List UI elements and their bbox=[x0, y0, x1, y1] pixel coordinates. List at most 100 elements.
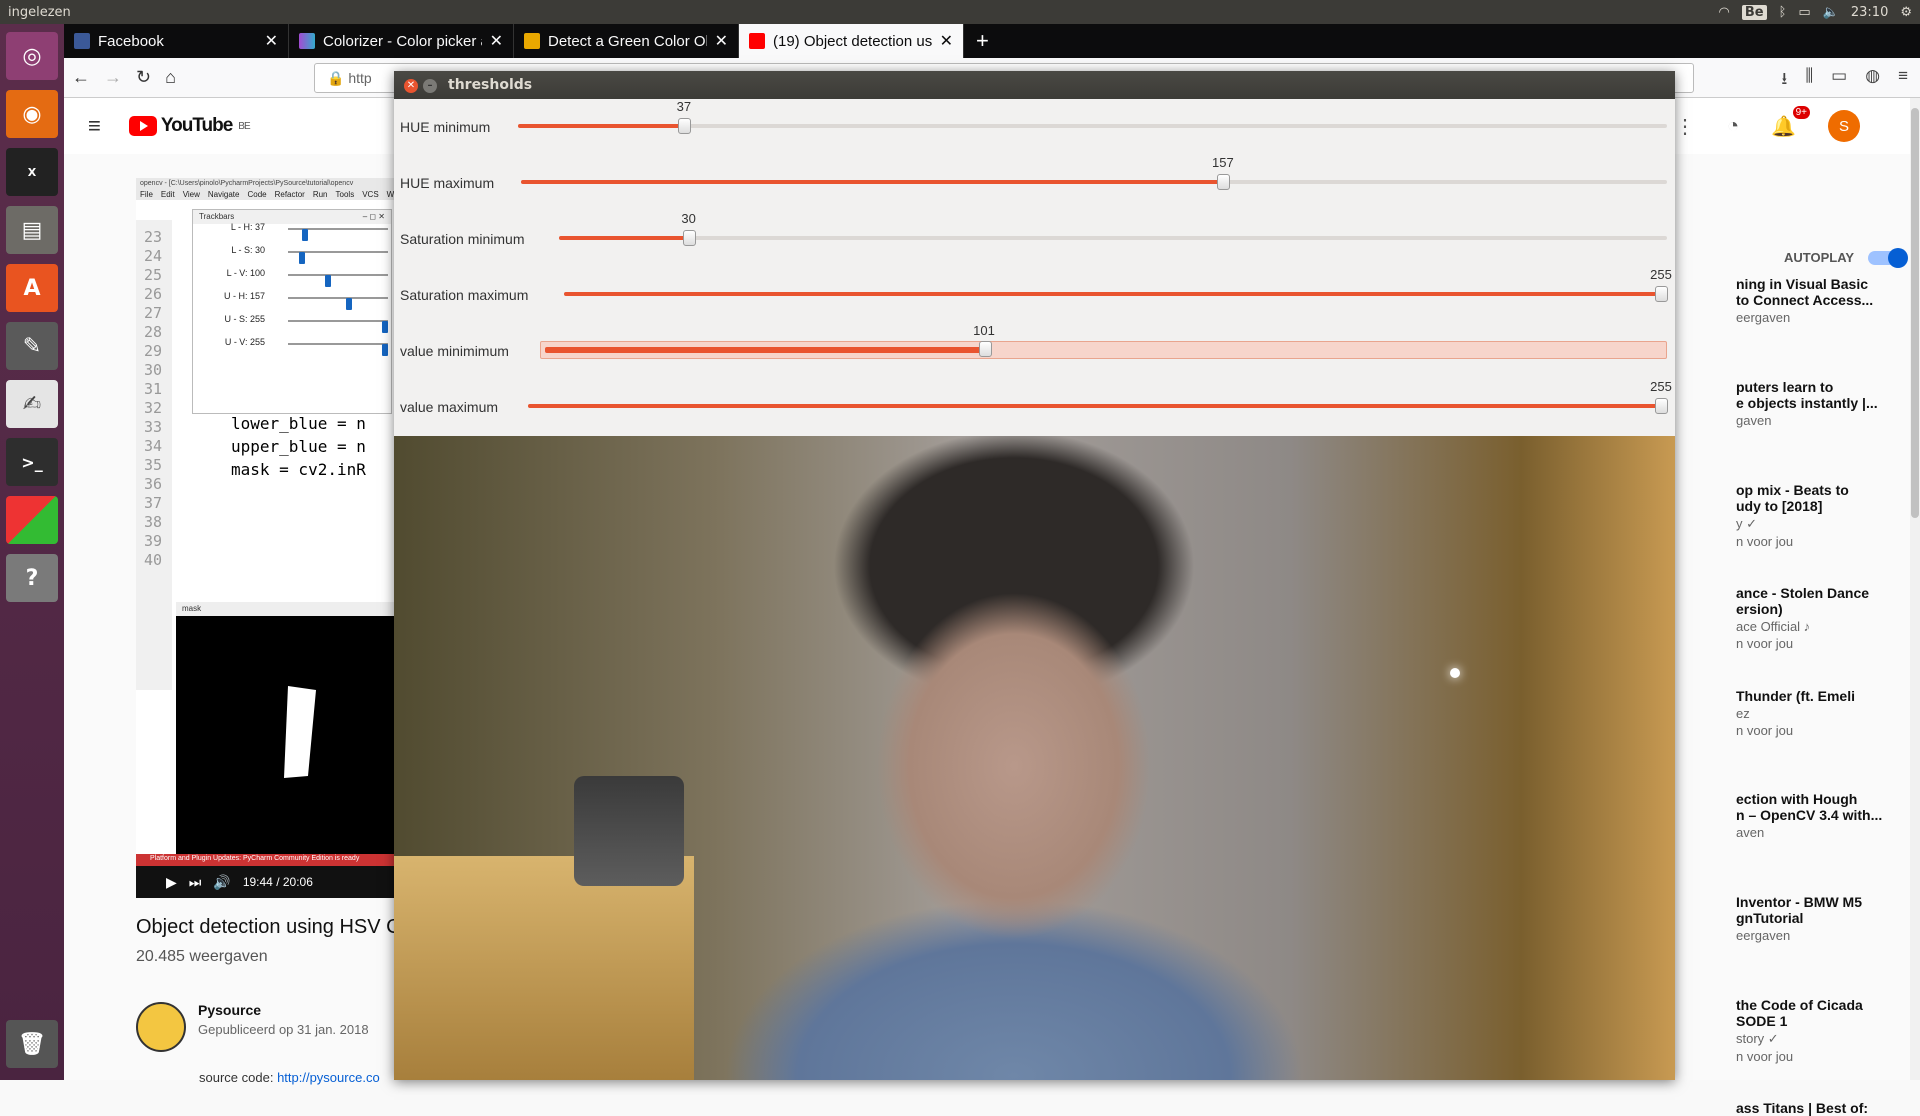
related-video-item[interactable]: Inventor - BMW M5 gnTutorial eergaven bbox=[1736, 894, 1920, 943]
messages-icon[interactable]: ◔ bbox=[1727, 115, 1739, 138]
downloads-icon[interactable]: ⭳ bbox=[1781, 66, 1787, 95]
related-video-item[interactable]: puters learn to e objects instantly |...… bbox=[1736, 379, 1920, 428]
autoplay-toggle[interactable] bbox=[1868, 247, 1909, 268]
video-player[interactable]: opencv - [C:\Users\pinolo\PycharmProject… bbox=[136, 178, 396, 898]
slider-handle[interactable] bbox=[1655, 398, 1668, 414]
related-video-item[interactable]: Thunder (ft. Emeli ez n voor jou bbox=[1736, 688, 1920, 738]
source-link[interactable]: http://pysource.co bbox=[277, 1070, 380, 1085]
hamburger-menu-icon[interactable]: ≡ bbox=[88, 113, 101, 139]
trackbar-track[interactable] bbox=[288, 343, 388, 356]
tab-label: Detect a Green Color Ob bbox=[548, 32, 707, 50]
close-tab-icon[interactable]: ✕ bbox=[265, 31, 278, 51]
thresholds-title-bar[interactable]: ✕ – thresholds bbox=[394, 71, 1675, 99]
tab-youtube[interactable]: (19) Object detection us ✕ bbox=[739, 24, 964, 58]
ubuntu-home-icon[interactable]: ◎ bbox=[6, 32, 58, 80]
slider-track[interactable] bbox=[559, 230, 1667, 246]
related-video-item[interactable]: ass Titans | Best of: bbox=[1736, 1100, 1920, 1116]
library-icon[interactable]: ⫼ bbox=[1805, 66, 1813, 95]
related-video-item[interactable]: op mix - Beats to udy to [2018] y ✓ n voor… bbox=[1736, 482, 1920, 549]
files-icon[interactable]: ▤ bbox=[6, 206, 58, 254]
slider-track[interactable] bbox=[528, 398, 1668, 414]
volume-icon[interactable]: 🔈 bbox=[1823, 5, 1839, 20]
trackbar-knob[interactable] bbox=[345, 298, 352, 310]
slider-handle[interactable] bbox=[1216, 174, 1230, 190]
slider-handle[interactable] bbox=[682, 230, 696, 246]
page-scrollbar[interactable] bbox=[1910, 98, 1920, 1080]
youtube-logo[interactable]: YouTube BE bbox=[128, 115, 251, 137]
notifications-bell-icon[interactable]: 🔔 9+ bbox=[1771, 105, 1810, 139]
software-center-icon[interactable]: A bbox=[6, 264, 58, 312]
launcher: ◎ ◉ X ▤ A ✎ ✍ >_ ? 🗑 bbox=[0, 24, 64, 1080]
slider-track[interactable] bbox=[540, 341, 1667, 359]
trackbar-knob[interactable] bbox=[382, 344, 388, 356]
settings-gear-icon[interactable]: ⚙ bbox=[1900, 5, 1912, 20]
related-video-item[interactable]: the Code of Cicada SODE 1 story ✓ n voor j… bbox=[1736, 997, 1920, 1064]
slider-track[interactable] bbox=[564, 286, 1668, 302]
slider-value: 157 bbox=[1212, 155, 1234, 170]
clock[interactable]: 23:10 bbox=[1851, 5, 1888, 20]
close-tab-icon[interactable]: ✕ bbox=[715, 31, 728, 51]
xterm-icon[interactable]: X bbox=[6, 148, 58, 196]
related-video-meta: n voor jou bbox=[1736, 636, 1794, 651]
slider-fill bbox=[518, 124, 685, 128]
help-icon[interactable]: ? bbox=[6, 554, 58, 602]
bluetooth-icon[interactable]: ᛒ bbox=[1779, 5, 1787, 20]
color-app-icon[interactable] bbox=[6, 496, 58, 544]
slider-handle[interactable] bbox=[979, 341, 992, 357]
sidebar-icon[interactable]: ▭ bbox=[1831, 66, 1847, 95]
related-video-item[interactable]: ection with Hough n – OpenCV 3.4 with...… bbox=[1736, 791, 1920, 840]
terminal-icon[interactable]: >_ bbox=[6, 438, 58, 486]
channel-avatar[interactable] bbox=[136, 1002, 186, 1052]
trackbar-track[interactable] bbox=[288, 320, 388, 333]
slider-fill bbox=[559, 236, 690, 240]
menu-icon[interactable]: ≡ bbox=[1898, 66, 1908, 95]
text-editor-icon[interactable]: ✍ bbox=[6, 380, 58, 428]
trackbar-track[interactable] bbox=[288, 228, 388, 241]
wifi-icon[interactable]: ◠ bbox=[1719, 5, 1730, 20]
play-icon[interactable]: ▶ bbox=[166, 874, 177, 891]
tab-facebook[interactable]: Facebook ✕ bbox=[64, 24, 289, 58]
line-number: 26 bbox=[144, 285, 163, 303]
close-tab-icon[interactable]: ✕ bbox=[940, 31, 953, 51]
tab-detect-green[interactable]: Detect a Green Color Ob ✕ bbox=[514, 24, 739, 58]
close-window-icon[interactable]: ✕ bbox=[404, 79, 418, 93]
line-number: 31 bbox=[144, 380, 163, 398]
next-icon[interactable]: ⏭ bbox=[189, 874, 202, 891]
trackbar-track[interactable] bbox=[288, 251, 388, 264]
trackbar-knob[interactable] bbox=[301, 229, 308, 241]
player-controls: ▶ ⏭ 🔊 19:44 / 20:06 bbox=[136, 866, 396, 898]
slider-handle[interactable] bbox=[677, 118, 691, 134]
forward-arrow-icon[interactable]: → bbox=[104, 67, 122, 88]
related-video-item[interactable]: ance - Stolen Dance ersion) ace Official … bbox=[1736, 585, 1920, 651]
system-tools-icon[interactable]: ✎ bbox=[6, 322, 58, 370]
minimize-window-icon[interactable]: – bbox=[423, 79, 437, 93]
trackbar-knob[interactable] bbox=[299, 252, 306, 264]
battery-icon[interactable]: ▭ bbox=[1798, 5, 1810, 20]
keyboard-layout[interactable]: Be bbox=[1741, 4, 1767, 20]
reload-icon[interactable]: ↻ bbox=[136, 67, 151, 88]
new-tab-button[interactable]: + bbox=[964, 24, 1001, 58]
related-video-item[interactable]: ning in Visual Basic to Connect Access..… bbox=[1736, 276, 1920, 325]
trackbar-knob[interactable] bbox=[382, 321, 388, 333]
trackbar-track[interactable] bbox=[288, 297, 388, 310]
trash-icon[interactable]: 🗑 bbox=[6, 1020, 58, 1068]
slider-track[interactable] bbox=[521, 174, 1667, 190]
channel-name[interactable]: Pysource bbox=[198, 1002, 369, 1018]
trackbar-row: U - V: 255 bbox=[193, 337, 393, 357]
slider-value: 101 bbox=[973, 323, 995, 338]
extension-icon[interactable]: ◍ bbox=[1865, 66, 1880, 95]
close-tab-icon[interactable]: ✕ bbox=[490, 31, 503, 51]
system-tray: ◠ Be ᛒ ▭ 🔈 23:10 ⚙ bbox=[1719, 4, 1912, 20]
avatar[interactable]: S bbox=[1828, 110, 1860, 142]
volume-icon[interactable]: 🔊 bbox=[213, 874, 230, 891]
trackbar-row: U - H: 157 bbox=[193, 291, 393, 311]
home-icon[interactable]: ⌂ bbox=[165, 67, 176, 88]
trackbar-knob[interactable] bbox=[324, 275, 331, 287]
slider-handle[interactable] bbox=[1655, 286, 1668, 302]
slider-track[interactable] bbox=[518, 118, 1667, 134]
back-arrow-icon[interactable]: ← bbox=[72, 67, 90, 88]
scrollbar-thumb[interactable] bbox=[1911, 108, 1919, 518]
tab-colorizer[interactable]: Colorizer - Color picker a ✕ bbox=[289, 24, 514, 58]
firefox-icon[interactable]: ◉ bbox=[6, 90, 58, 138]
trackbar-track[interactable] bbox=[288, 274, 388, 287]
